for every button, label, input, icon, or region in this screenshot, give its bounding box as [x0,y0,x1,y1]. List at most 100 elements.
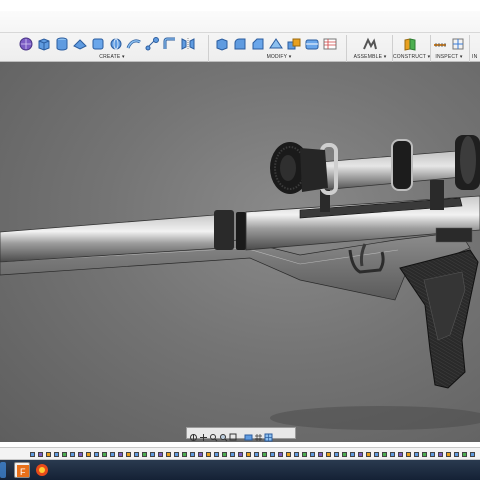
combine-icon[interactable] [286,36,302,52]
timeline-feature-icon[interactable] [158,452,163,457]
timeline-feature-icon[interactable] [46,452,51,457]
first-icon[interactable] [2,452,8,466]
press-pull-icon[interactable] [214,36,230,52]
timeline-feature-icon[interactable] [94,452,99,457]
timeline-feature-icon[interactable] [454,452,459,457]
app-icon[interactable] [34,462,50,478]
viewport-layout-icon[interactable] [264,429,273,441]
parameters-icon[interactable] [322,36,338,52]
timeline-feature-icon[interactable] [134,452,139,457]
timeline-feature-icon[interactable] [238,452,243,457]
timeline-feature-icon[interactable] [390,452,395,457]
timeline-feature-icon[interactable] [126,452,131,457]
timeline-feature-icon[interactable] [294,452,299,457]
timeline-feature-icon[interactable] [430,452,435,457]
timeline-feature-icon[interactable] [78,452,83,457]
split-icon[interactable] [304,36,320,52]
timeline-feature-icon[interactable] [334,452,339,457]
offset-plane-icon[interactable] [402,36,418,52]
timeline-feature-icon[interactable] [230,452,235,457]
chamfer-icon[interactable] [250,36,266,52]
timeline-feature-icon[interactable] [358,452,363,457]
timeline-feature-icon[interactable] [206,452,211,457]
timeline-feature-icon[interactable] [470,452,475,457]
fillet-icon[interactable] [232,36,248,52]
box-icon[interactable] [36,36,52,52]
model-viewport[interactable] [0,62,480,442]
sphere-icon[interactable] [72,36,88,52]
timeline-feature-icon[interactable] [166,452,171,457]
timeline-feature-icon[interactable] [190,452,195,457]
shell-icon[interactable] [268,36,284,52]
measure-icon[interactable] [432,36,448,52]
timeline-feature-icon[interactable] [70,452,75,457]
timeline-feature-icon[interactable] [342,452,347,457]
timeline-feature-icon[interactable] [374,452,379,457]
timeline-feature-icon[interactable] [174,452,179,457]
timeline-feature-icon[interactable] [198,452,203,457]
section-analysis-icon[interactable] [450,36,466,52]
timeline-feature-icon[interactable] [110,452,115,457]
timeline-feature-icon[interactable] [222,452,227,457]
timeline-feature-icon[interactable] [406,452,411,457]
cylinder-icon[interactable] [54,36,70,52]
windows-start-icon[interactable] [0,462,6,478]
construct-menu-label[interactable]: CONSTRUCT ▾ [393,54,430,60]
zoom-icon[interactable] [209,429,218,441]
joint-icon[interactable] [362,36,378,52]
timeline-feature-icon[interactable] [182,452,187,457]
loft-icon[interactable] [144,36,160,52]
modify-menu-label[interactable]: MODIFY ▾ [214,54,344,60]
timeline-feature-icon[interactable] [310,452,315,457]
fusion-app-icon[interactable]: F [14,462,30,478]
timeline-feature-icon[interactable] [398,452,403,457]
timeline-feature-icon[interactable] [302,452,307,457]
timeline-feature-icon[interactable] [214,452,219,457]
timeline-feature-icon[interactable] [350,452,355,457]
extrude-icon[interactable] [90,36,106,52]
timeline-feature-icon[interactable] [422,452,427,457]
assemble-menu-label[interactable]: ASSEMBLE ▾ [350,54,390,60]
timeline-feature-icon[interactable] [382,452,387,457]
timeline-feature-icon[interactable] [102,452,107,457]
grid-icon[interactable] [254,429,263,441]
timeline-feature-icon[interactable] [326,452,331,457]
timeline-feature-icon[interactable] [262,452,267,457]
play-icon[interactable] [18,452,23,465]
timeline-feature-icon[interactable] [86,452,91,457]
timeline-feature-icon[interactable] [38,452,43,457]
timeline-feature-icon[interactable] [270,452,275,457]
pipe-icon[interactable] [162,36,178,52]
orbit-icon[interactable] [189,429,198,441]
prev-icon[interactable] [10,452,15,465]
insert-menu-label[interactable]: IN [472,54,480,60]
revolve-icon[interactable] [108,36,124,52]
timeline-feature-icon[interactable] [62,452,67,457]
inspect-menu-label[interactable]: INSPECT ▾ [431,54,467,60]
sketch-icon[interactable] [18,36,34,52]
rifle-model[interactable] [0,62,480,442]
timeline-feature-icon[interactable] [286,452,291,457]
timeline-feature-icon[interactable] [438,452,443,457]
mirror-icon[interactable] [180,36,196,52]
timeline-feature-icon[interactable] [254,452,259,457]
timeline-feature-icon[interactable] [54,452,59,457]
zoom-window-icon[interactable] [229,429,238,440]
timeline-feature-icon[interactable] [118,452,123,457]
display-mode-icon[interactable] [244,429,253,440]
timeline-feature-icon[interactable] [150,452,155,457]
ejection-port [435,227,473,243]
timeline-feature-icon[interactable] [246,452,251,457]
create-menu-label[interactable]: CREATE ▾ [18,54,206,60]
pan-icon[interactable] [199,429,208,441]
timeline-feature-icon[interactable] [278,452,283,457]
timeline-feature-icon[interactable] [414,452,419,457]
sweep-icon[interactable] [126,36,142,52]
timeline-feature-icon[interactable] [366,452,371,457]
timeline-feature-icon[interactable] [446,452,451,457]
fit-icon[interactable] [219,429,228,441]
timeline-feature-icon[interactable] [30,452,35,457]
timeline-feature-icon[interactable] [318,452,323,457]
timeline-feature-icon[interactable] [142,452,147,457]
timeline-feature-icon[interactable] [462,452,467,457]
